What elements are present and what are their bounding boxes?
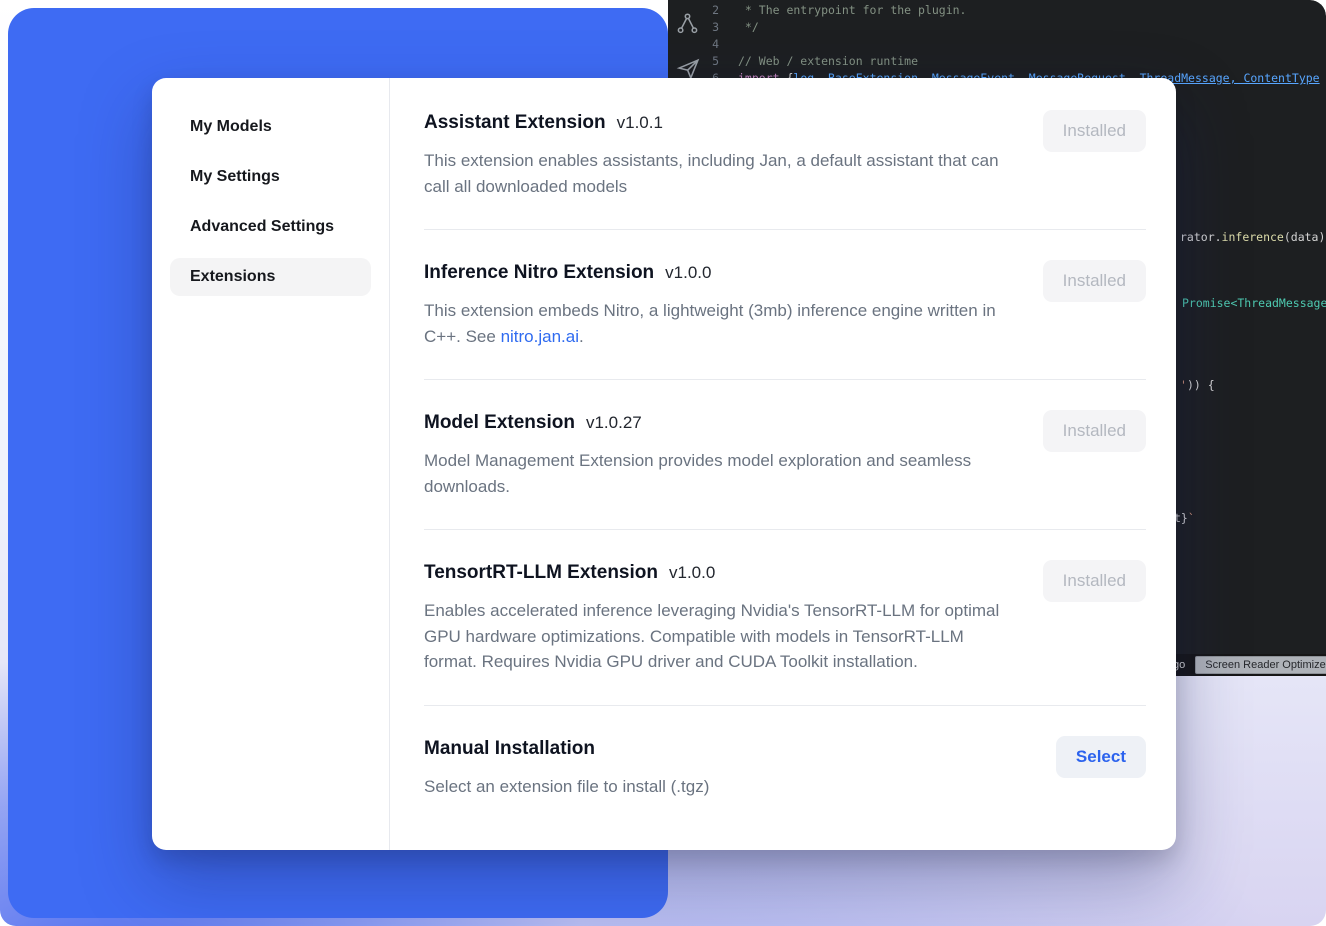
line-number: 3 — [668, 19, 738, 36]
extension-description: Model Management Extension provides mode… — [424, 448, 1009, 499]
extension-version: v1.0.0 — [669, 563, 715, 583]
code-text: * The entrypoint for the plugin. — [738, 2, 966, 19]
installed-button[interactable]: Installed — [1043, 410, 1146, 452]
section-text: Model Extension v1.0.27 Model Management… — [424, 410, 1009, 499]
section-manual-installation: Manual Installation Select an extension … — [424, 706, 1146, 830]
code-line: 4 — [668, 36, 1320, 53]
code-fragment: Promise<ThreadMessage> — [1182, 296, 1326, 310]
code-text: */ — [738, 19, 759, 36]
extension-title: Inference Nitro Extension — [424, 260, 654, 286]
extension-description: Select an extension file to install (.tg… — [424, 774, 1009, 800]
extension-description: This extension enables assistants, inclu… — [424, 148, 1009, 199]
code-token: t} — [1174, 511, 1188, 525]
section-tensorrt-llm-extension: TensortRT-LLM Extension v1.0.0 Enables a… — [424, 530, 1146, 706]
code-token: inference — [1222, 230, 1284, 244]
section-model-extension: Model Extension v1.0.27 Model Management… — [424, 380, 1146, 530]
select-file-button[interactable]: Select — [1056, 736, 1146, 778]
code-token: ' — [1180, 378, 1187, 392]
extension-version: v1.0.0 — [665, 263, 711, 283]
section-inference-nitro-extension: Inference Nitro Extension v1.0.0 This ex… — [424, 230, 1146, 380]
sidebar-item-label: Extensions — [190, 268, 275, 285]
extensions-panel: Assistant Extension v1.0.1 This extensio… — [390, 78, 1176, 850]
section-text: Manual Installation Select an extension … — [424, 736, 1009, 800]
code-token: (data)); — [1284, 230, 1326, 244]
code-line: 5 // Web / extension runtime — [668, 53, 1320, 70]
section-text: TensortRT-LLM Extension v1.0.0 Enables a… — [424, 560, 1009, 675]
code-fragment: rator.inference(data)); — [1180, 230, 1326, 244]
code-token: rator. — [1180, 230, 1222, 244]
section-text: Assistant Extension v1.0.1 This extensio… — [424, 110, 1009, 199]
installed-button[interactable]: Installed — [1043, 110, 1146, 152]
code-text: // Web / extension runtime — [738, 53, 918, 70]
page-background: 2 * The entrypoint for the plugin. 3 */ … — [0, 0, 1326, 926]
sidebar-item-my-settings[interactable]: My Settings — [170, 158, 371, 196]
section-assistant-extension: Assistant Extension v1.0.1 This extensio… — [424, 96, 1146, 230]
sidebar-item-extensions[interactable]: Extensions — [170, 258, 371, 296]
line-number: 2 — [668, 2, 738, 19]
code-token: )) { — [1187, 378, 1215, 392]
sidebar-item-my-models[interactable]: My Models — [170, 108, 371, 146]
sidebar-item-label: Advanced Settings — [190, 218, 334, 235]
screen-reader-notice: Screen Reader Optimized — [1195, 656, 1326, 674]
extension-title: Model Extension — [424, 410, 575, 436]
code-line: 3 */ — [668, 19, 1320, 36]
nitro-jan-ai-link[interactable]: nitro.jan.ai — [501, 327, 579, 346]
extension-title: Manual Installation — [424, 736, 595, 762]
installed-button[interactable]: Installed — [1043, 560, 1146, 602]
sidebar-item-advanced-settings[interactable]: Advanced Settings — [170, 208, 371, 246]
code-fragment: ')) { — [1180, 378, 1215, 392]
code-line: 2 * The entrypoint for the plugin. — [668, 2, 1320, 19]
settings-sidebar: My Models My Settings Advanced Settings … — [152, 78, 390, 850]
section-text: Inference Nitro Extension v1.0.0 This ex… — [424, 260, 1009, 349]
extension-title: Assistant Extension — [424, 110, 606, 136]
code-fragment: t}` — [1174, 511, 1195, 525]
extension-version: v1.0.27 — [586, 413, 642, 433]
sidebar-item-label: My Settings — [190, 168, 280, 185]
description-text: . — [579, 327, 584, 346]
installed-button[interactable]: Installed — [1043, 260, 1146, 302]
sidebar-item-label: My Models — [190, 118, 272, 135]
line-number: 4 — [668, 36, 738, 53]
extension-description: Enables accelerated inference leveraging… — [424, 598, 1009, 675]
code-lines: 2 * The entrypoint for the plugin. 3 */ … — [668, 2, 1320, 87]
extension-version: v1.0.1 — [617, 113, 663, 133]
extension-description: This extension embeds Nitro, a lightweig… — [424, 298, 1009, 349]
code-token: Promise<ThreadMessage> — [1182, 296, 1326, 310]
extension-title: TensortRT-LLM Extension — [424, 560, 658, 586]
line-number: 5 — [668, 53, 738, 70]
code-token: ` — [1188, 511, 1195, 525]
settings-modal: My Models My Settings Advanced Settings … — [152, 78, 1176, 850]
